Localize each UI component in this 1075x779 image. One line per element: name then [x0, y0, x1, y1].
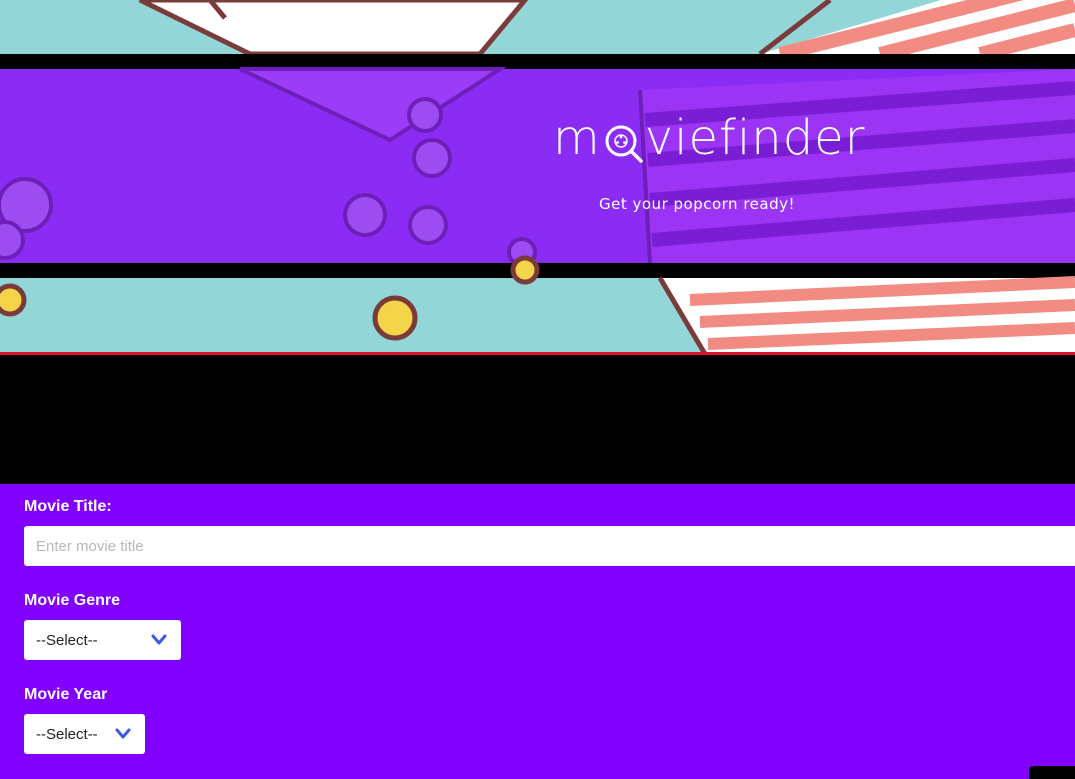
- popcorn-illustration: [0, 0, 1075, 354]
- movie-genre-selected: --Select--: [36, 631, 98, 649]
- movie-genre-select[interactable]: --Select--: [24, 620, 181, 660]
- logo-suffix: viefinder: [644, 110, 866, 166]
- corner-tab: [1029, 766, 1075, 779]
- logo-prefix: m: [553, 110, 601, 166]
- site-logo[interactable]: m viefinder: [553, 108, 865, 168]
- magnifier-film-reel-icon: [601, 108, 645, 168]
- chevron-down-icon: [115, 727, 131, 741]
- movie-year-selected: --Select--: [36, 725, 98, 743]
- movie-genre-label: Movie Genre: [24, 592, 121, 609]
- movie-year-label: Movie Year: [24, 686, 108, 703]
- page: m viefinder Get your popcorn ready! Movi…: [0, 0, 1075, 779]
- header-banner: m viefinder Get your popcorn ready!: [0, 0, 1075, 354]
- search-form: Movie Title: Movie Genre --Select-- Movi…: [0, 484, 1075, 779]
- movie-title-label: Movie Title:: [24, 498, 112, 515]
- spacer: [0, 355, 1075, 484]
- chevron-down-icon: [151, 633, 167, 647]
- movie-year-select[interactable]: --Select--: [24, 714, 145, 754]
- movie-title-input[interactable]: [24, 526, 1075, 566]
- tagline: Get your popcorn ready!: [599, 195, 795, 213]
